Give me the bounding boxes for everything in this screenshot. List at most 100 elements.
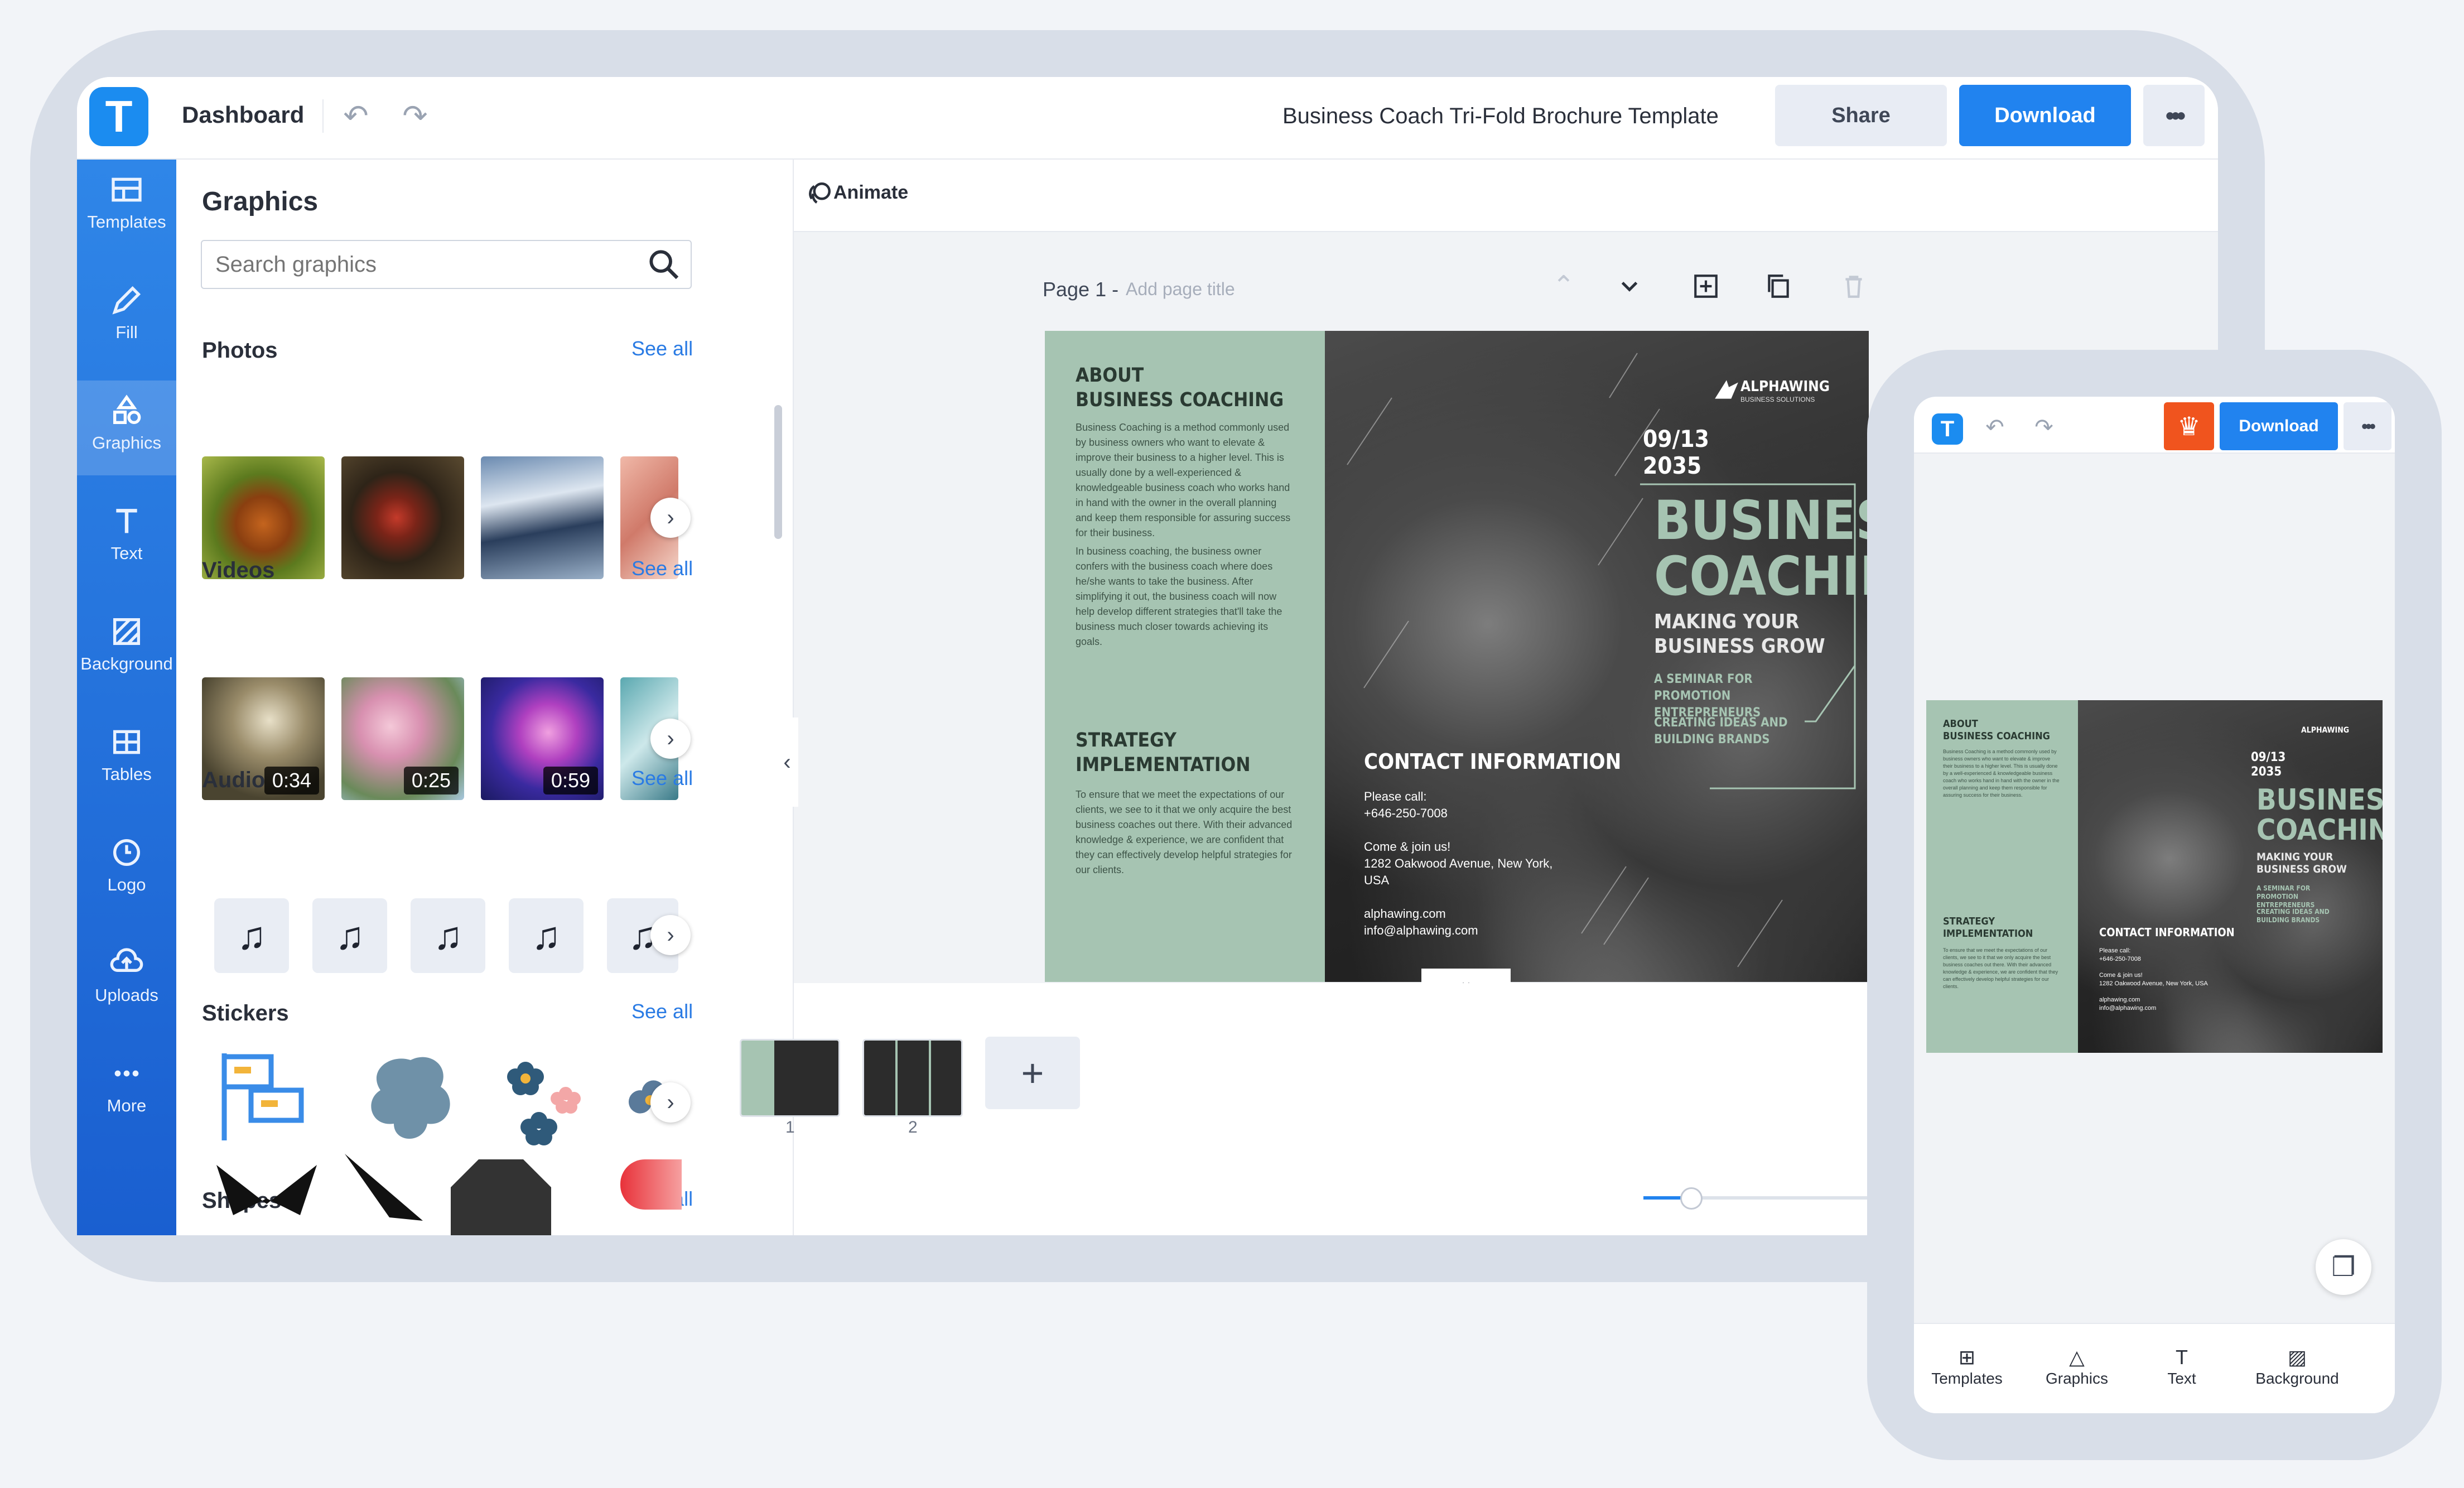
next-arrow-icon[interactable]: › (650, 719, 691, 759)
about-title-2: BUSINESS COACHING (1076, 389, 1284, 411)
mobile-nav-graphics[interactable]: △ Graphics (2032, 1345, 2121, 1388)
rail-item-logo[interactable]: Logo (77, 822, 176, 917)
rail-label: Fill (115, 322, 138, 342)
undo-icon[interactable]: ↶ (1981, 413, 2009, 441)
rail-item-tables[interactable]: Tables (77, 712, 176, 807)
share-button[interactable]: Share (1775, 85, 1947, 146)
music-note-icon[interactable]: ♫ (411, 898, 485, 973)
chevron-up-icon[interactable]: ⌃ (1544, 267, 1583, 306)
headline-business: BUSINESS (1654, 489, 1869, 552)
delete-page-icon[interactable] (1840, 272, 1868, 300)
section-title-videos: Videos (202, 558, 275, 582)
rail-item-background[interactable]: Background (77, 601, 176, 696)
duplicate-page-icon[interactable] (1764, 272, 1792, 300)
shape-chevron[interactable] (211, 1148, 322, 1235)
page-thumbnail-2[interactable] (862, 1039, 963, 1117)
mobile-brochure-photo: ALPHAWING 09/13 2035 BUSINESS COACHING M… (2078, 700, 2383, 1053)
contact-address: 1282 Oakwood Avenue, New York, USA (1364, 856, 1553, 887)
about-body-1: Business Coaching is a method commonly u… (1076, 422, 1291, 538)
app-logo[interactable]: T (89, 87, 148, 146)
mobile-subtitle-ideas: CREATING IDEAS AND BUILDING BRANDS (2256, 908, 2330, 924)
next-arrow-icon[interactable]: › (650, 915, 691, 955)
mobile-contact-web: alphawing.com (2099, 996, 2140, 1003)
contact-join: Come & join us! (1364, 840, 1451, 854)
mobile-more-button[interactable]: ••• (2344, 402, 2391, 450)
mobile-strategy-title-1: STRATEGY (1943, 916, 1995, 927)
see-all-photos[interactable]: See all (631, 337, 693, 360)
mobile-about-title-2: BUSINESS COACHING (1943, 730, 2050, 742)
divider (322, 99, 324, 133)
mobile-about-body: Business Coaching is a method commonly u… (1943, 749, 2060, 798)
page-number: 1 (785, 1118, 795, 1137)
page-label: Page 1 - (1043, 278, 1119, 301)
mobile-nav-background[interactable]: ▨ Background (2253, 1345, 2342, 1388)
mobile-contact-address: 1282 Oakwood Avenue, New York, USA (2099, 980, 2208, 987)
mobile-download-button[interactable]: Download (2220, 402, 2338, 450)
templates-icon: ⊞ (1958, 1346, 1976, 1369)
music-note-icon[interactable]: ♫ (214, 898, 289, 973)
event-year: 2035 (1643, 452, 1702, 479)
crown-icon[interactable]: ♛ (2164, 402, 2214, 450)
mobile-headline-coaching: COACHING (2256, 813, 2383, 847)
zoom-slider-handle[interactable] (1680, 1187, 1703, 1210)
mobile-contact-phone: +646-250-7008 (2099, 956, 2141, 962)
panel-scrollbar[interactable] (774, 405, 782, 539)
animate-icon[interactable] (806, 177, 836, 208)
mobile-brand-name: ALPHAWING (2301, 726, 2350, 735)
shape-gradient-pill[interactable] (620, 1159, 682, 1210)
sticker-flowers[interactable] (495, 1047, 596, 1147)
brochure-page[interactable]: ABOUT BUSINESS COACHING Business Coachin… (1045, 331, 1869, 982)
mobile-nav-label: Templates (1931, 1370, 2003, 1387)
video-blossoms[interactable]: 0:25 (341, 677, 464, 800)
chevron-down-icon[interactable] (1616, 272, 1643, 300)
redo-icon[interactable]: ↷ (398, 99, 432, 133)
see-all-videos[interactable]: See all (631, 557, 693, 580)
music-note-icon[interactable]: ♫ (509, 898, 584, 973)
add-page-title[interactable]: Add page title (1126, 279, 1235, 300)
collapse-panel-icon[interactable]: ‹ (776, 717, 798, 807)
rail-label: Background (80, 654, 173, 673)
strategy-body: To ensure that we meet the expectations … (1076, 789, 1293, 875)
more-options-button[interactable]: ••• (2143, 85, 2205, 146)
redo-icon[interactable]: ↷ (2030, 413, 2058, 441)
animate-button[interactable]: Animate (833, 182, 908, 204)
shape-arrow[interactable] (334, 1148, 434, 1235)
photo-sea-waves[interactable] (481, 456, 604, 579)
undo-icon[interactable]: ↶ (339, 99, 373, 133)
rail-item-templates[interactable]: Templates (77, 160, 176, 254)
see-all-audio[interactable]: See all (631, 767, 693, 790)
download-button[interactable]: Download (1959, 85, 2131, 146)
contact-web: alphawing.com (1364, 907, 1446, 921)
rail-item-fill[interactable]: Fill (77, 270, 176, 365)
graphics-panel: Graphics Photos See all › Videos See all… (176, 160, 794, 1235)
rail-item-text[interactable]: Text (77, 491, 176, 586)
photo-mushroom[interactable] (341, 456, 464, 579)
brand-subtitle: BUSINESS SOLUTIONS (1740, 396, 1815, 403)
page-thumbnail-1[interactable] (740, 1039, 840, 1117)
music-note-icon[interactable]: ♫ (312, 898, 387, 973)
rail-item-more[interactable]: More (77, 1043, 176, 1138)
layers-icon[interactable]: ❐ (2316, 1239, 2371, 1295)
sticker-blob-flower[interactable] (360, 1047, 461, 1147)
background-icon: ▨ (2287, 1346, 2307, 1369)
dashboard-link[interactable]: Dashboard (182, 102, 304, 128)
mobile-brochure-page[interactable]: ABOUT BUSINESS COACHING Business Coachin… (1926, 700, 2383, 1053)
search-input[interactable] (201, 240, 692, 289)
sticker-flags[interactable] (214, 1047, 315, 1147)
mobile-nav-templates[interactable]: ⊞ Templates (1922, 1345, 2012, 1388)
mobile-contact-join: Come & join us! (2099, 972, 2143, 979)
add-page-icon[interactable] (1692, 272, 1720, 300)
next-arrow-icon[interactable]: › (650, 1082, 691, 1123)
mobile-app-logo[interactable]: T (1932, 413, 1963, 445)
video-ink-cloud[interactable]: 0:59 (481, 677, 604, 800)
rail-item-graphics[interactable]: Graphics (77, 381, 176, 475)
see-all-stickers[interactable]: See all (631, 1000, 693, 1023)
mobile-nav-text[interactable]: T Text (2137, 1345, 2226, 1388)
search-icon[interactable] (646, 247, 682, 282)
document-title[interactable]: Business Coach Tri-Fold Brochure Templat… (1282, 104, 1719, 129)
contact-call: Please call: (1364, 789, 1427, 803)
rail-item-uploads[interactable]: Uploads (77, 933, 176, 1028)
next-arrow-icon[interactable]: › (650, 498, 691, 538)
shape-octagon[interactable] (445, 1148, 557, 1235)
add-page-button[interactable]: + (985, 1037, 1080, 1109)
